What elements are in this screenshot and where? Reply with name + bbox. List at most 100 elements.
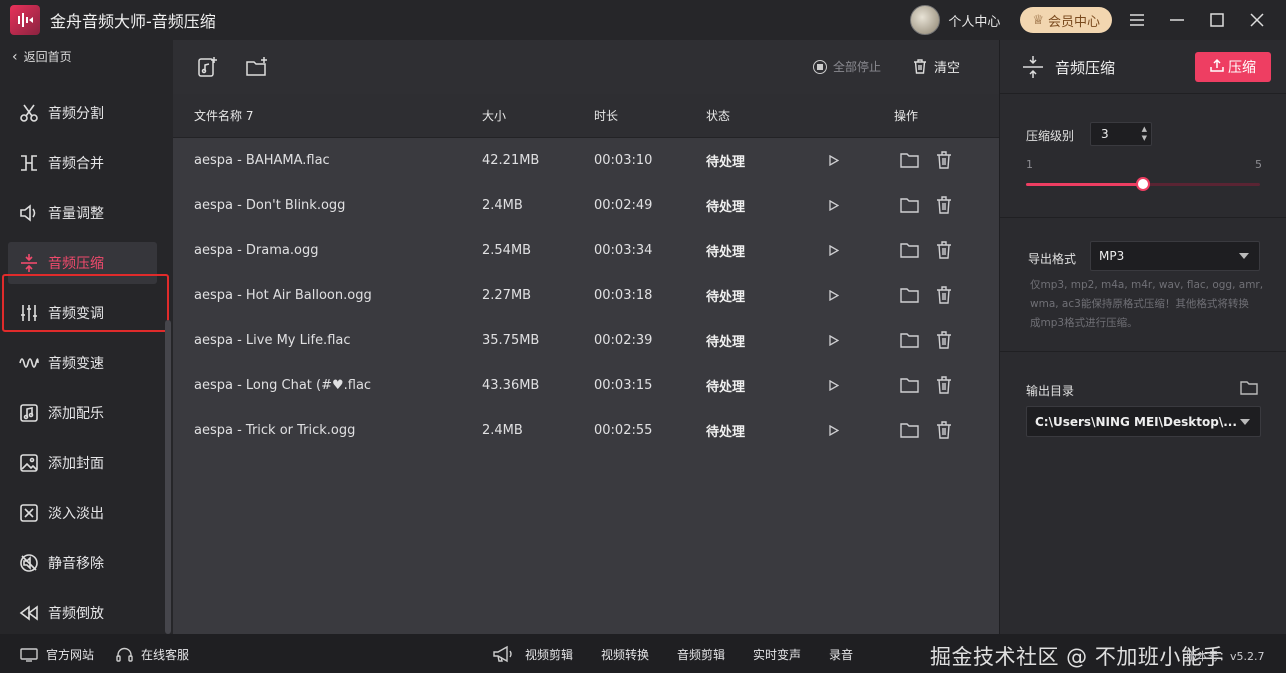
back-home-link[interactable]: ‹ 返回首页 xyxy=(12,48,72,65)
link-video-convert[interactable]: 视频转换 xyxy=(601,646,649,663)
vip-center-button[interactable]: ♕ 会员中心 xyxy=(1020,7,1112,33)
panel-title: 音频压缩 xyxy=(1055,59,1116,77)
file-duration: 00:02:55 xyxy=(594,423,653,438)
rewind-icon xyxy=(18,602,40,624)
link-audio-edit[interactable]: 音频剪辑 xyxy=(677,646,725,663)
play-icon[interactable] xyxy=(823,374,845,396)
online-service-link[interactable]: 在线客服 xyxy=(116,646,189,663)
wave-icon xyxy=(18,352,40,374)
sidebar-scrollbar[interactable] xyxy=(165,320,171,634)
stop-all-button[interactable]: 全部停止 xyxy=(813,58,881,75)
sidebar-item-label: 添加封面 xyxy=(48,456,104,472)
chevron-down-icon xyxy=(1239,253,1249,259)
header-filename: 文件名称 7 xyxy=(194,109,254,123)
header-size: 大小 xyxy=(482,109,507,123)
sidebar-item-fade[interactable]: 淡入淡出 xyxy=(0,488,165,538)
main-content: 全部停止 清空 文件名称 7 大小 时长 状态 操作 aespa - BAHAM… xyxy=(173,40,999,634)
open-folder-icon[interactable] xyxy=(898,194,920,216)
sidebar-item-label: 添加配乐 xyxy=(48,406,104,422)
sidebar-item-split[interactable]: 音频分割 xyxy=(0,88,165,138)
status-badge: 待处理 xyxy=(706,245,746,260)
file-duration: 00:03:10 xyxy=(594,153,653,168)
delete-icon[interactable] xyxy=(933,374,955,396)
file-name: aespa - BAHAMA.flac xyxy=(194,153,330,168)
delete-icon[interactable] xyxy=(933,419,955,441)
link-record[interactable]: 录音 xyxy=(829,646,853,663)
file-size: 2.27MB xyxy=(482,288,532,303)
delete-icon[interactable] xyxy=(933,329,955,351)
file-name: aespa - Hot Air Balloon.ogg xyxy=(194,288,372,303)
compress-button-label: 压缩 xyxy=(1228,60,1256,76)
official-website-link[interactable]: 官方网站 xyxy=(20,646,94,663)
sidebar-item-merge[interactable]: 音频合并 xyxy=(0,138,165,188)
open-folder-icon[interactable] xyxy=(898,329,920,351)
compress-button[interactable]: 压缩 xyxy=(1195,52,1271,82)
play-icon[interactable] xyxy=(823,284,845,306)
delete-icon[interactable] xyxy=(933,149,955,171)
menu-icon[interactable] xyxy=(1122,5,1152,35)
panel-header: 音频压缩 压缩 xyxy=(1000,40,1286,94)
level-slider-thumb[interactable] xyxy=(1136,177,1150,191)
table-row[interactable]: aespa - Don't Blink.ogg 2.4MB 00:02:49 待处理 xyxy=(173,183,999,228)
sidebar-item-add-cover[interactable]: 添加封面 xyxy=(0,438,165,488)
add-file-icon[interactable] xyxy=(195,54,221,80)
chevron-down-icon xyxy=(1240,418,1250,425)
add-folder-icon[interactable] xyxy=(244,54,270,80)
format-note: 仅mp3, mp2, m4a, m4r, wav, flac, ogg, amr… xyxy=(1030,276,1266,333)
open-folder-icon[interactable] xyxy=(898,419,920,441)
bottom-bar: 官方网站 在线客服 视频剪辑 视频转换 音频剪辑 实时变声 录音 掘金技术社区 … xyxy=(0,634,1286,673)
play-icon[interactable] xyxy=(823,239,845,261)
sidebar-item-speed[interactable]: 音频变速 xyxy=(0,338,165,388)
clear-button[interactable]: 清空 xyxy=(913,57,960,76)
open-folder-icon[interactable] xyxy=(898,239,920,261)
close-icon[interactable] xyxy=(1242,5,1272,35)
file-duration: 00:02:49 xyxy=(594,198,653,213)
spinner-arrows-icon[interactable]: ▲ ▼ xyxy=(1142,125,1147,143)
play-icon[interactable] xyxy=(823,419,845,441)
avatar[interactable] xyxy=(910,5,941,35)
level-value: 3 xyxy=(1101,127,1109,141)
table-row[interactable]: aespa - BAHAMA.flac 42.21MB 00:03:10 待处理 xyxy=(173,138,999,183)
link-voice-changer[interactable]: 实时变声 xyxy=(753,646,801,663)
delete-icon[interactable] xyxy=(933,194,955,216)
play-icon[interactable] xyxy=(823,329,845,351)
play-icon[interactable] xyxy=(823,149,845,171)
open-folder-icon[interactable] xyxy=(898,149,920,171)
fade-icon xyxy=(18,502,40,524)
sidebar-item-volume[interactable]: 音量调整 xyxy=(0,188,165,238)
chevron-left-icon: ‹ xyxy=(12,48,18,65)
maximize-icon[interactable] xyxy=(1202,5,1232,35)
open-folder-icon[interactable] xyxy=(898,374,920,396)
table-row[interactable]: aespa - Trick or Trick.ogg 2.4MB 00:02:55 待… xyxy=(173,408,999,453)
table-row[interactable]: aespa - Drama.ogg 2.54MB 00:03:34 待处理 xyxy=(173,228,999,273)
file-table-body: aespa - BAHAMA.flac 42.21MB 00:03:10 待处理 aes… xyxy=(173,138,999,453)
level-spinbox[interactable]: 3 ▲ ▼ xyxy=(1090,122,1152,146)
sidebar-item-add-music[interactable]: 添加配乐 xyxy=(0,388,165,438)
file-name: aespa - Drama.ogg xyxy=(194,243,319,258)
sidebar-item-label: 淡入淡出 xyxy=(48,506,104,522)
app-title: 金舟音频大师-音频压缩 xyxy=(50,12,216,31)
sidebar-menu: 音频分割 音频合并 音量调整 音频压缩 音频变调 音频变速 添加配乐 添加封面 … xyxy=(0,88,165,638)
format-select[interactable]: MP3 xyxy=(1090,241,1260,271)
delete-icon[interactable] xyxy=(933,239,955,261)
sidebar-item-reverse[interactable]: 音频倒放 xyxy=(0,588,165,638)
play-icon[interactable] xyxy=(823,194,845,216)
table-row[interactable]: aespa - Hot Air Balloon.ogg 2.27MB 00:03:1… xyxy=(173,273,999,318)
file-size: 2.4MB xyxy=(482,198,523,213)
link-video-edit[interactable]: 视频剪辑 xyxy=(525,646,573,663)
header-ops: 操作 xyxy=(894,109,919,123)
status-badge: 待处理 xyxy=(706,425,746,440)
user-center-link[interactable]: 个人中心 xyxy=(948,11,1000,30)
status-badge: 待处理 xyxy=(706,155,746,170)
delete-icon[interactable] xyxy=(933,284,955,306)
sidebar-item-label: 音频倒放 xyxy=(48,606,104,622)
table-row[interactable]: aespa - Live My Life.flac 35.75MB 00:02:39… xyxy=(173,318,999,363)
output-dir-select[interactable]: C:\Users\NING MEI\Desktop\... xyxy=(1026,406,1261,437)
sidebar-item-silence-remove[interactable]: 静音移除 xyxy=(0,538,165,588)
merge-icon xyxy=(18,152,40,174)
format-note-line: wma, ac3能保持原格式压缩！其他格式将转换 xyxy=(1030,298,1249,310)
folder-icon[interactable] xyxy=(1240,380,1258,399)
open-folder-icon[interactable] xyxy=(898,284,920,306)
minimize-icon[interactable] xyxy=(1162,5,1192,35)
table-row[interactable]: aespa - Long Chat (#♥.flac 43.36MB 00:03:1… xyxy=(173,363,999,408)
